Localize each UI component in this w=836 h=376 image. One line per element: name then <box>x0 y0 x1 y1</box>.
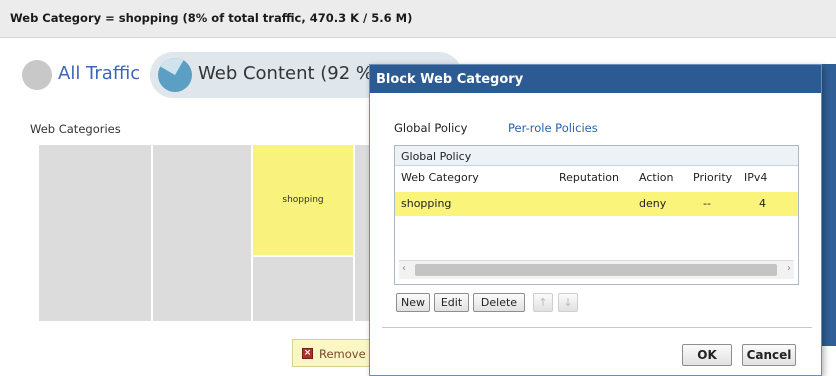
remove-button-label: Remove <box>319 347 366 361</box>
scrollbar-thumb[interactable] <box>415 264 777 276</box>
treemap-cell[interactable] <box>252 256 354 322</box>
horizontal-scrollbar[interactable]: ‹ › <box>399 260 794 279</box>
divider <box>382 327 812 328</box>
policy-grid: Global Policy Web Category Reputation Ac… <box>394 145 799 285</box>
treemap-cell-shopping[interactable]: shopping <box>252 144 354 256</box>
move-down-button[interactable]: ↓ <box>558 293 578 312</box>
treemap-cell[interactable] <box>152 144 252 322</box>
pie-chart-icon <box>158 58 192 92</box>
scroll-left-icon[interactable]: ‹ <box>402 263 406 274</box>
scroll-right-icon[interactable]: › <box>787 263 791 274</box>
treemap-cell[interactable] <box>38 144 152 322</box>
ok-button[interactable]: OK <box>682 344 732 366</box>
column-header-ipv4[interactable]: IPv4 <box>744 171 767 184</box>
move-up-button[interactable]: ↑ <box>533 293 553 312</box>
cell-web-category: shopping <box>401 197 452 210</box>
pie-chart-icon <box>22 60 52 90</box>
cell-ipv4: 4 <box>759 197 766 210</box>
category-treemap: shopping <box>38 144 378 322</box>
edit-button[interactable]: Edit <box>434 293 469 312</box>
grid-header: Web Category Reputation Action Priority … <box>395 166 798 190</box>
tab-per-role-policies[interactable]: Per-role Policies <box>508 121 598 135</box>
block-web-category-dialog: Block Web Category Global Policy Per-rol… <box>369 64 822 376</box>
web-categories-heading: Web Categories <box>30 122 121 136</box>
tab-web-content-label: Web Content (92 % <box>198 63 374 84</box>
grid-caption: Global Policy <box>395 146 798 166</box>
column-header-reputation[interactable]: Reputation <box>559 171 619 184</box>
column-header-priority[interactable]: Priority <box>693 171 732 184</box>
column-header-web-category[interactable]: Web Category <box>401 171 479 184</box>
cell-priority: -- <box>703 197 711 210</box>
dialog-title: Block Web Category <box>376 72 524 87</box>
grid-caption-label: Global Policy <box>401 150 472 163</box>
dialog-title-bar[interactable]: Block Web Category <box>370 65 821 93</box>
filter-description: Web Category = shopping (8% of total tra… <box>10 11 413 25</box>
filter-bar: Web Category = shopping (8% of total tra… <box>0 0 836 38</box>
delete-button[interactable]: Delete <box>473 293 525 312</box>
tab-all-traffic[interactable]: All Traffic <box>14 54 141 96</box>
tab-all-traffic-label: All Traffic <box>58 63 141 84</box>
tab-global-policy[interactable]: Global Policy <box>394 121 467 135</box>
remove-x-icon: × <box>302 348 313 359</box>
table-row[interactable]: shopping deny -- 4 <box>395 192 798 216</box>
column-header-action[interactable]: Action <box>639 171 673 184</box>
new-button[interactable]: New <box>396 293 430 312</box>
cancel-button[interactable]: Cancel <box>742 344 796 366</box>
treemap-cell-label: shopping <box>282 195 324 205</box>
cell-action: deny <box>639 197 667 210</box>
